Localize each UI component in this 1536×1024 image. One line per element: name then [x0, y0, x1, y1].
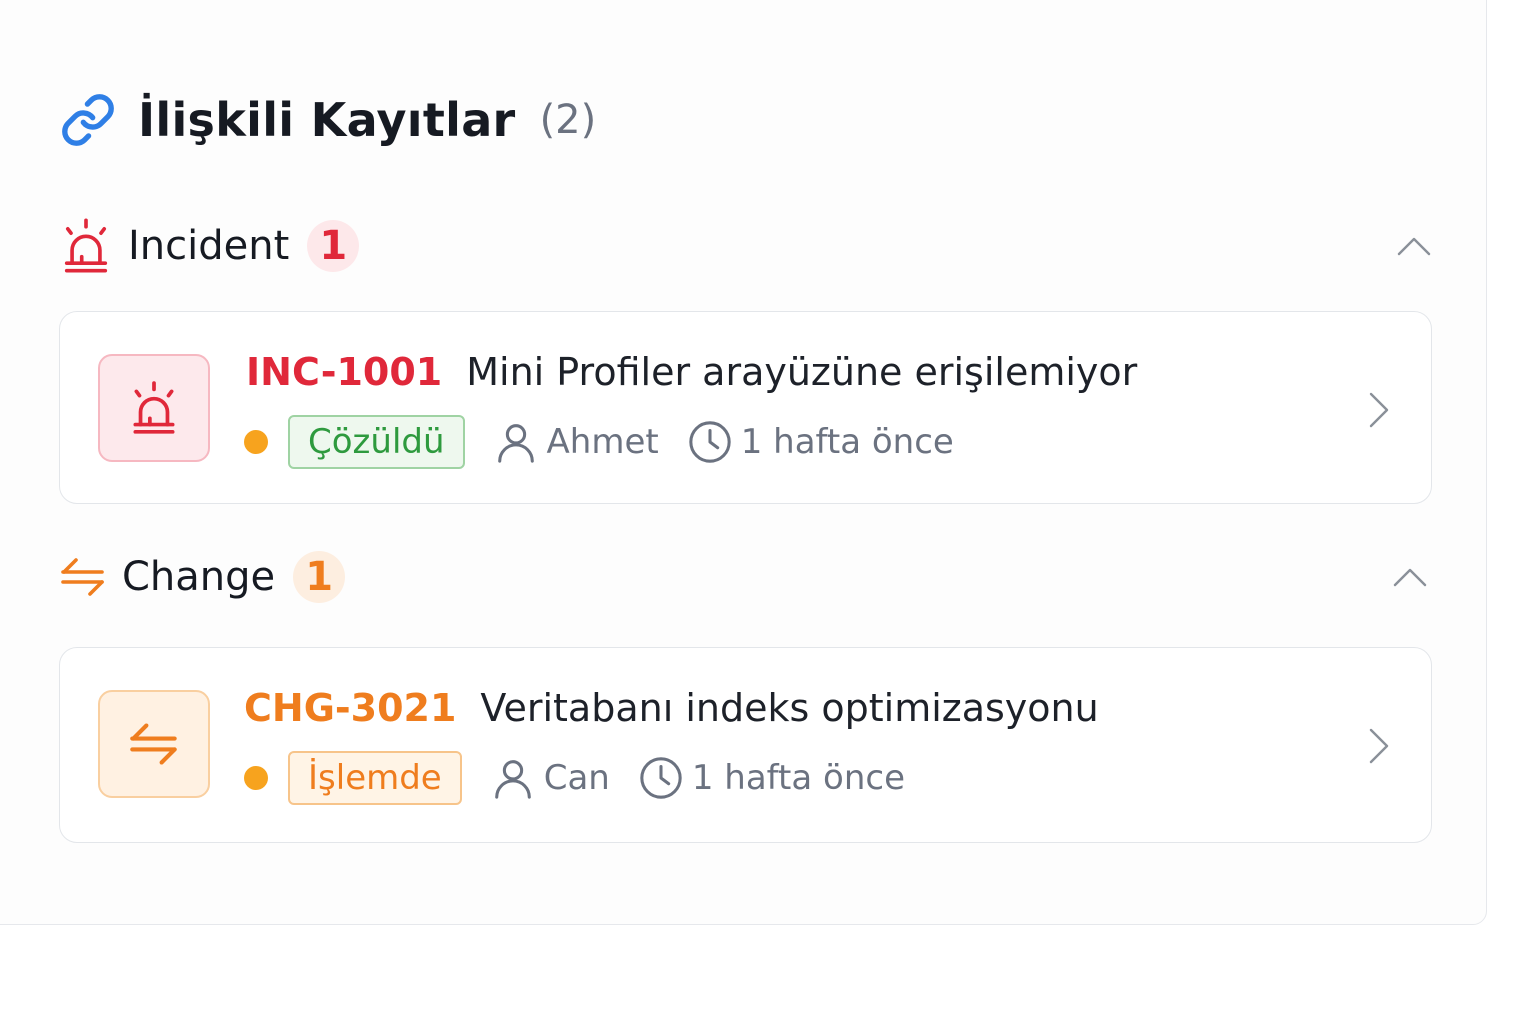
- change-thumbnail: [98, 690, 210, 798]
- record-meta-row: İşlemde Can 1 hafta önce: [244, 748, 905, 808]
- assignee-name: Can: [543, 758, 610, 798]
- section-incident-label: Incident: [128, 223, 290, 269]
- clock-icon: [640, 757, 682, 799]
- record-title-row: INC-1001 Mini Profiler arayüzüne erişile…: [246, 350, 1137, 394]
- record-subject: Veritabanı indeks optimizasyonu: [480, 686, 1099, 730]
- section-change-header[interactable]: Change 1: [60, 545, 1432, 609]
- incident-thumbnail: [98, 354, 210, 462]
- user-icon: [494, 760, 531, 799]
- link-icon: [62, 94, 114, 146]
- priority-dot: [244, 430, 268, 454]
- record-title-row: CHG-3021 Veritabanı indeks optimizasyonu: [244, 686, 1099, 730]
- swap-arrows-icon: [61, 558, 104, 596]
- section-change-label: Change: [122, 554, 276, 600]
- chevron-right-icon[interactable]: [1363, 390, 1393, 430]
- page-title: İlişkili Kayıtlar: [138, 93, 516, 147]
- clock-icon: [689, 421, 731, 463]
- siren-icon: [133, 381, 175, 434]
- record-code[interactable]: INC-1001: [246, 350, 442, 394]
- status-badge: İşlemde: [288, 751, 462, 805]
- swap-arrows-icon: [130, 723, 177, 765]
- record-code[interactable]: CHG-3021: [244, 686, 456, 730]
- section-change-count-badge: 1: [293, 551, 346, 603]
- siren-icon: [64, 218, 108, 273]
- user-icon: [497, 424, 534, 463]
- section-incident-count-badge: 1: [307, 220, 360, 272]
- panel-header: İlişkili Kayıtlar (2): [60, 84, 596, 156]
- record-count: (2): [539, 97, 597, 143]
- status-badge: Çözüldü: [288, 415, 465, 469]
- record-card-incident[interactable]: INC-1001 Mini Profiler arayüzüne erişile…: [59, 311, 1432, 504]
- record-card-change[interactable]: CHG-3021 Veritabanı indeks optimizasyonu…: [59, 647, 1432, 843]
- priority-dot: [244, 766, 268, 790]
- record-meta-row: Çözüldü Ahmet 1 hafta önce: [244, 412, 954, 472]
- section-incident-header[interactable]: Incident 1: [60, 214, 1432, 278]
- record-subject: Mini Profiler arayüzüne erişilemiyor: [466, 350, 1138, 394]
- chevron-right-icon[interactable]: [1363, 726, 1393, 766]
- record-time: 1 hafta önce: [740, 422, 954, 462]
- record-time: 1 hafta önce: [691, 758, 905, 798]
- chevron-up-icon[interactable]: [1392, 559, 1428, 595]
- assignee-name: Ahmet: [546, 422, 659, 462]
- chevron-up-icon[interactable]: [1396, 228, 1432, 264]
